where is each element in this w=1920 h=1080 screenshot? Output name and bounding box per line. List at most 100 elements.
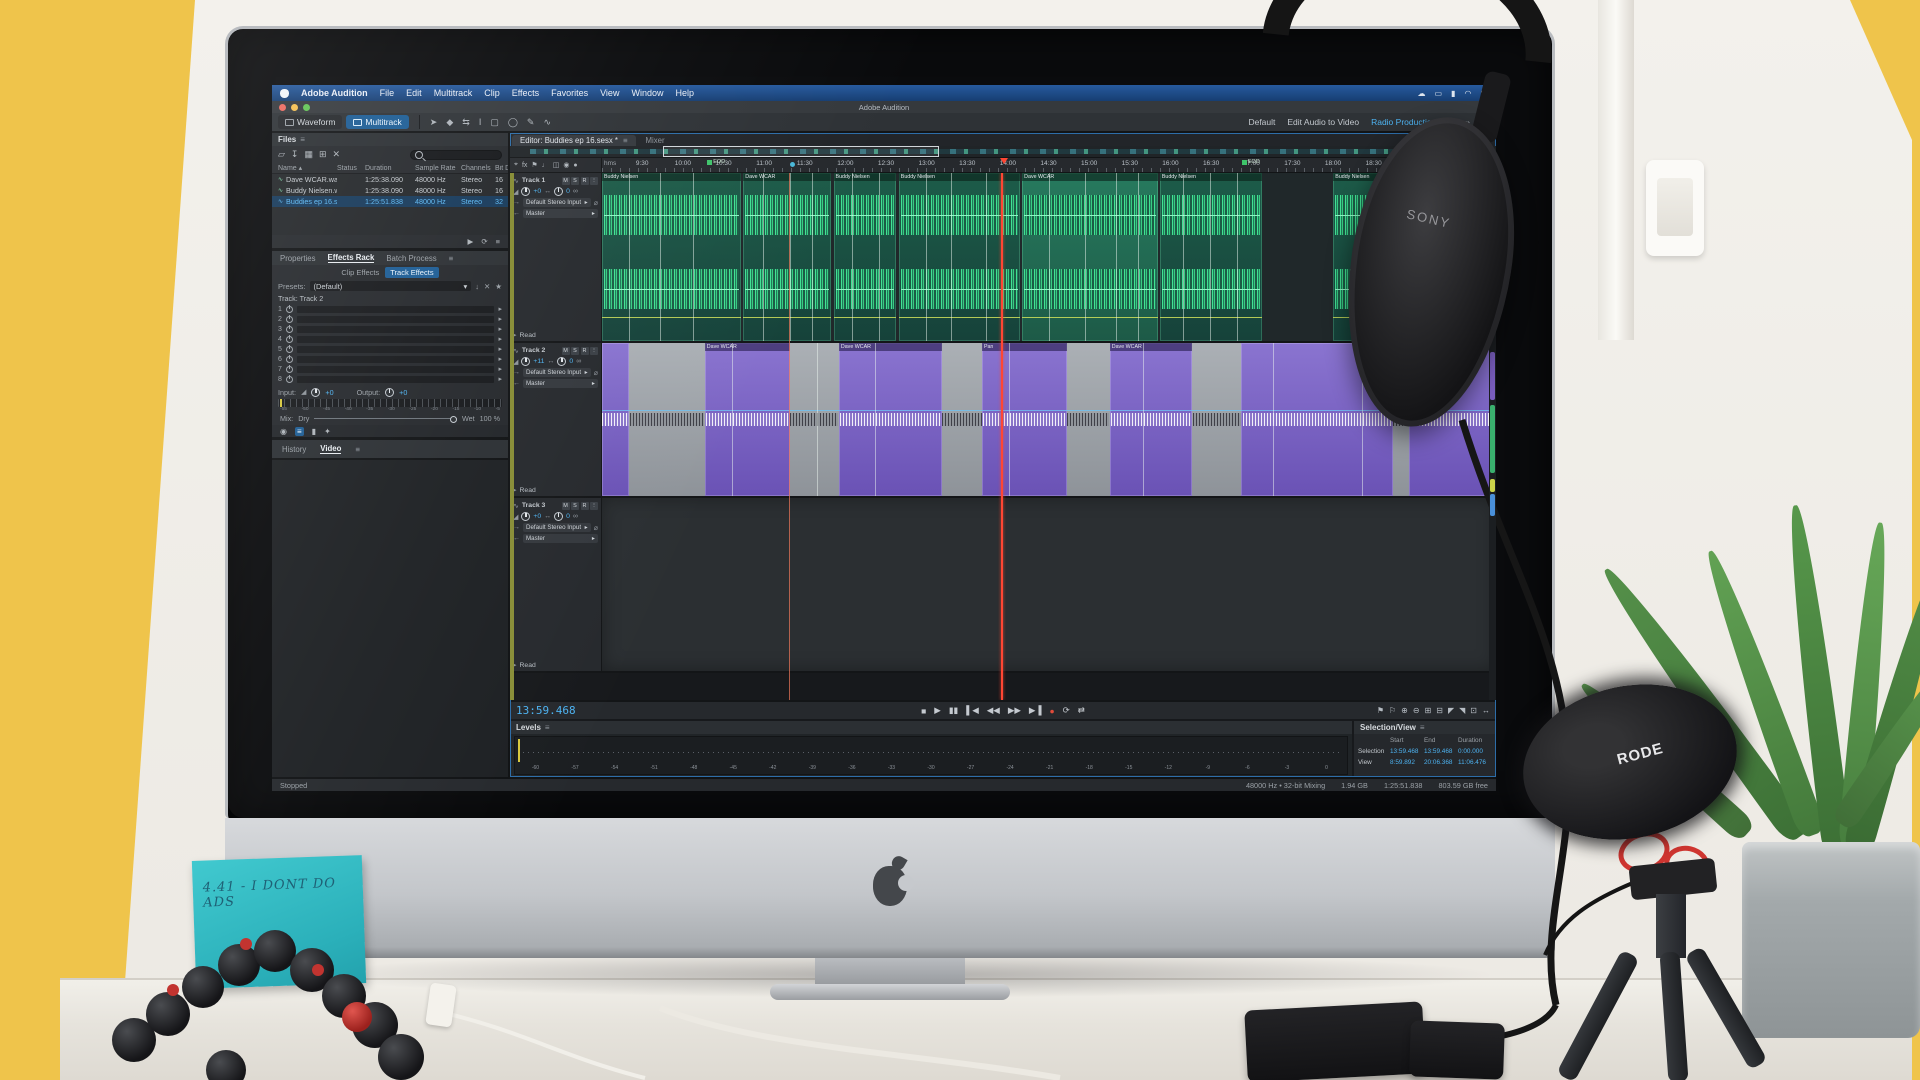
playhead-time-display[interactable]: 13:59.468: [516, 704, 666, 717]
battery-icon[interactable]: ▮: [1451, 89, 1455, 98]
track-input-select[interactable]: Default Stereo Input▸: [523, 368, 591, 377]
playhead-caret[interactable]: [1000, 158, 1008, 164]
range-marker-icon[interactable]: ⚐: [1389, 706, 1396, 715]
zoom-to-selection-button[interactable]: ⊡: [1470, 706, 1477, 715]
rewind-button[interactable]: ◀◀: [987, 705, 1000, 716]
track-solo-button[interactable]: S: [571, 177, 579, 185]
time-selection-tool-icon[interactable]: I: [479, 112, 482, 132]
editor-tab[interactable]: Editor: Buddies ep 16.sesx * ≡: [512, 135, 636, 146]
track-options-button[interactable]: ⋮: [590, 502, 598, 510]
tab-history[interactable]: History: [282, 445, 306, 454]
file-row[interactable]: ∿Buddies ep 16.sesx *1:25:51.83848000 Hz…: [272, 196, 508, 207]
effects-rack-slot[interactable]: 3▸: [272, 324, 508, 334]
zoom-out-vertical-button[interactable]: ⊟: [1436, 706, 1443, 715]
workspace-edit-audio-to-video[interactable]: Edit Audio to Video: [1287, 117, 1359, 127]
track-record-arm-button[interactable]: R: [581, 502, 589, 510]
effects-rack-slot[interactable]: 5▸: [272, 344, 508, 354]
input-gain-knob[interactable]: [311, 388, 320, 397]
track-output-select[interactable]: Master▸: [523, 534, 598, 543]
multitrack-view-button[interactable]: Multitrack: [346, 115, 408, 129]
slot-insert-area[interactable]: [297, 316, 495, 323]
effects-rack-slot[interactable]: 1▸: [272, 304, 508, 314]
slot-power-icon[interactable]: [286, 316, 293, 323]
delete-file-icon[interactable]: ✕: [333, 149, 341, 160]
slot-insert-area[interactable]: [297, 326, 495, 333]
workspace-default[interactable]: Default: [1248, 117, 1275, 127]
track-solo-button[interactable]: S: [571, 347, 579, 355]
track-header-track-2[interactable]: ∿Track 2MSR⋮◢+11↔0∞→Default Stereo Input…: [510, 343, 602, 496]
menu-adobe-audition[interactable]: Adobe Audition: [301, 88, 368, 98]
menu-file[interactable]: File: [380, 88, 395, 98]
selview-end-value[interactable]: 20:06.368: [1424, 759, 1458, 766]
wifi-icon[interactable]: ◠: [1464, 89, 1471, 98]
slot-insert-area[interactable]: [297, 346, 495, 353]
tab-properties[interactable]: Properties: [280, 254, 316, 263]
track-lane-track-3[interactable]: [602, 498, 1496, 671]
effects-rack-slot[interactable]: 6▸: [272, 354, 508, 364]
zoom-full-button[interactable]: ↔: [1482, 706, 1490, 715]
slip-tool-icon[interactable]: ⇆: [462, 112, 470, 132]
audio-clip[interactable]: [790, 343, 839, 496]
menu-edit[interactable]: Edit: [406, 88, 422, 98]
zoom-to-out-point-button[interactable]: ◥: [1459, 706, 1465, 715]
save-preset-icon[interactable]: ↓: [475, 282, 479, 291]
marquee-selection-tool-icon[interactable]: ▢: [490, 112, 499, 132]
auto-play-icon[interactable]: ▶: [468, 237, 474, 246]
metronome-icon[interactable]: ♩: [542, 162, 549, 169]
favorite-preset-icon[interactable]: ★: [495, 282, 502, 291]
record-arm-icon[interactable]: ●: [573, 162, 577, 169]
tab-batch-process[interactable]: Batch Process: [386, 254, 436, 263]
audio-clip[interactable]: Buddy Nielsen: [834, 173, 897, 341]
track-record-arm-button[interactable]: R: [581, 177, 589, 185]
stop-button[interactable]: ■: [921, 706, 926, 716]
slot-power-icon[interactable]: [286, 356, 293, 363]
menu-view[interactable]: View: [600, 88, 619, 98]
selview-duration-value[interactable]: 11:06.476: [1458, 759, 1492, 766]
add-marker-icon[interactable]: ⚑: [1377, 706, 1384, 715]
timeline-marker[interactable]: EOD: [707, 159, 725, 165]
menu-window[interactable]: Window: [631, 88, 663, 98]
track-output-select[interactable]: Master▸: [523, 209, 598, 218]
move-tool-icon[interactable]: ➤: [430, 112, 438, 132]
menu-favorites[interactable]: Favorites: [551, 88, 588, 98]
fx-rack-icon[interactable]: fx: [522, 162, 527, 169]
audio-clip[interactable]: Dave WCAR: [839, 343, 942, 496]
tab-video[interactable]: Video: [320, 444, 341, 454]
track-input-select[interactable]: Default Stereo Input▸: [523, 198, 591, 207]
insert-into-multitrack-icon[interactable]: ⊞: [319, 149, 327, 160]
slot-insert-area[interactable]: [297, 306, 495, 313]
track-header-track-1[interactable]: ∿Track 1MSR⋮◢+0↔0∞→Default Stereo Input▸…: [510, 173, 602, 341]
cue-marker[interactable]: [790, 162, 795, 167]
slot-insert-area[interactable]: [297, 356, 495, 363]
group-clips-icon[interactable]: ◫: [553, 161, 560, 169]
skip-selection-button[interactable]: ⇄: [1078, 705, 1085, 716]
rack-meter-icon[interactable]: ▮: [312, 427, 316, 436]
mixer-tab[interactable]: Mixer: [638, 135, 673, 146]
track-mute-button[interactable]: M: [562, 177, 570, 185]
track-output-select[interactable]: Master▸: [523, 379, 598, 388]
play-button[interactable]: ▶: [934, 705, 941, 716]
display-icon[interactable]: ▭: [1434, 89, 1442, 98]
menu-help[interactable]: Help: [675, 88, 694, 98]
apple-menu-icon[interactable]: [280, 89, 289, 98]
panel-menu-icon[interactable]: ≡: [449, 254, 454, 263]
file-row[interactable]: ∿Buddy Nielsen.wav1:25:38.09048000 HzSte…: [272, 185, 508, 196]
slot-power-icon[interactable]: [286, 326, 293, 333]
lasso-selection-tool-icon[interactable]: ◯: [508, 112, 518, 132]
track-pan-knob[interactable]: [554, 512, 563, 521]
effects-rack-slot[interactable]: 7▸: [272, 364, 508, 374]
rack-power-icon[interactable]: ◉: [280, 427, 287, 436]
slot-insert-area[interactable]: [297, 366, 495, 373]
delete-preset-icon[interactable]: ✕: [484, 282, 490, 291]
output-gain-knob[interactable]: [385, 388, 394, 397]
track-mute-button[interactable]: M: [562, 502, 570, 510]
audio-clip[interactable]: [602, 343, 629, 496]
track-mute-button[interactable]: M: [562, 347, 570, 355]
rack-premix-icon[interactable]: ✦: [324, 427, 331, 436]
subtab-clip-effects[interactable]: Clip Effects: [341, 268, 379, 277]
snapping-icon[interactable]: ⌖: [514, 161, 518, 169]
menu-multitrack[interactable]: Multitrack: [434, 88, 473, 98]
slot-power-icon[interactable]: [286, 366, 293, 373]
selview-start-value[interactable]: 13:59.468: [1390, 748, 1424, 755]
slot-power-icon[interactable]: [286, 306, 293, 313]
